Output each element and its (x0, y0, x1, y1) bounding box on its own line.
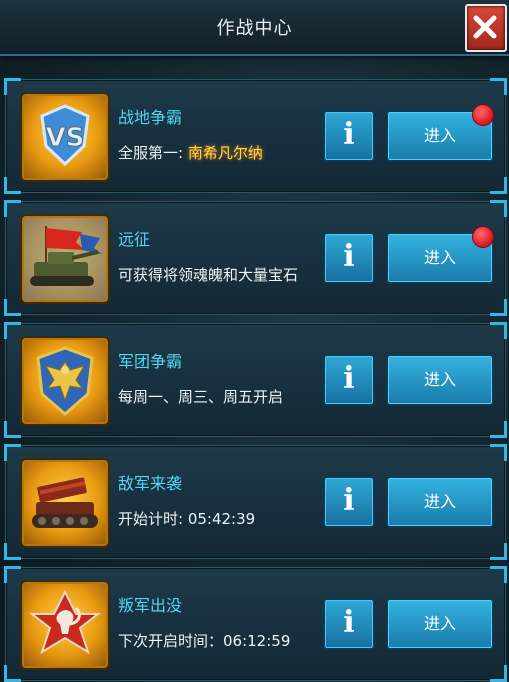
vs-icon: VS (22, 94, 108, 180)
notification-dot (472, 104, 494, 126)
info-button[interactable]: i (323, 354, 375, 406)
svg-text:VS: VS (46, 123, 85, 153)
event-name: 叛军出没 (118, 596, 183, 615)
rocket-tank-icon (22, 460, 108, 546)
scorpion-star-icon (22, 582, 108, 668)
event-card-rebels: 叛军出没 下次开启时间：06:12:59 i 进入 (4, 566, 507, 682)
info-button[interactable]: i (323, 476, 375, 528)
event-description: 全服第一: 南希凡尔纳 (118, 144, 263, 162)
event-description: 下次开启时间：06:12:59 (118, 632, 291, 650)
eagle-shield-icon (22, 338, 108, 424)
event-card-enemy-raid: 敌军来袭 开始计时: 05:42:39 i 进入 (4, 444, 507, 560)
enter-button[interactable]: 进入 (386, 598, 494, 650)
close-button[interactable] (465, 4, 507, 52)
notification-dot (472, 226, 494, 248)
info-button[interactable]: i (323, 598, 375, 650)
top-player-name: 南希凡尔纳 (187, 144, 263, 162)
enter-button[interactable]: 进入 (386, 354, 494, 406)
event-card-expedition: 远征 可获得将领魂魄和大量宝石 i 进入 (4, 200, 507, 316)
title-bar: 作战中心 (0, 0, 509, 56)
event-name: 敌军来袭 (118, 474, 183, 493)
enter-button[interactable]: 进入 (386, 476, 494, 528)
event-name: 战地争霸 (118, 108, 183, 127)
close-icon (473, 15, 497, 39)
page-title: 作战中心 (216, 18, 293, 39)
event-card-legion-battle: 军团争霸 每周一、周三、周五开启 i 进入 (4, 322, 507, 438)
event-description: 开始计时: 05:42:39 (118, 510, 256, 528)
event-name: 远征 (118, 230, 151, 249)
tank-flag-icon (22, 216, 108, 302)
info-button[interactable]: i (323, 110, 375, 162)
event-card-battlefield: VS 战地争霸 全服第一: 南希凡尔纳 i 进入 (4, 78, 507, 194)
info-button[interactable]: i (323, 232, 375, 284)
event-name: 军团争霸 (118, 352, 183, 371)
event-description: 可获得将领魂魄和大量宝石 (118, 266, 299, 284)
event-description: 每周一、周三、周五开启 (118, 388, 284, 406)
